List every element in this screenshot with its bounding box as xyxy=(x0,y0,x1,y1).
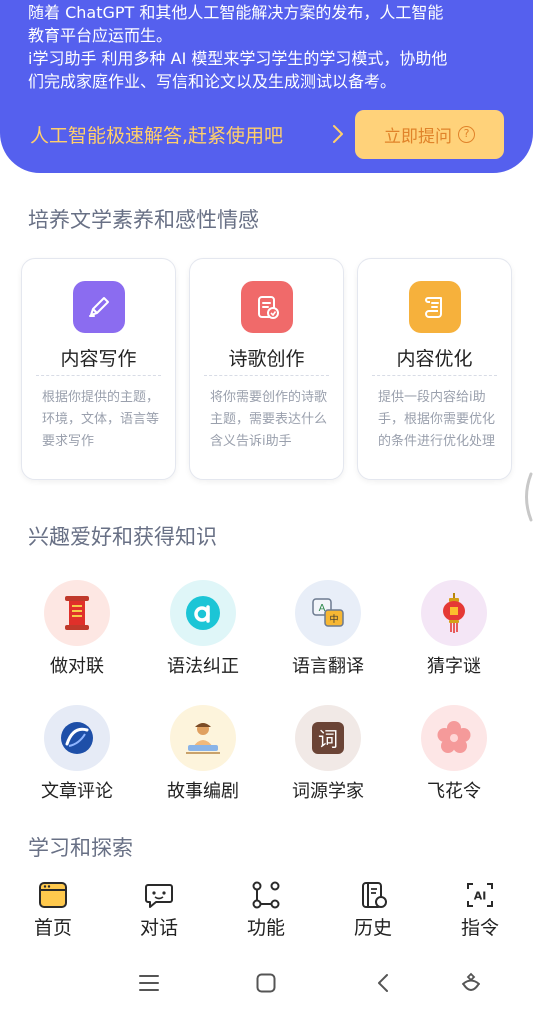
chevron-right-icon[interactable] xyxy=(330,122,346,146)
grid-item-label: 飞花令 xyxy=(427,781,481,802)
poem-doc-icon xyxy=(240,281,293,333)
grid-item-label: 猜字谜 xyxy=(427,656,481,677)
card-title: 内容优化 xyxy=(396,348,473,370)
card-content-writing[interactable]: 内容写作 根据你提供的主题，环境，文体，语言等要求写作 xyxy=(21,258,176,480)
section-title-literacy: 培养文学素养和感性情感 xyxy=(28,208,259,232)
grid-item-etymologist[interactable]: 词 词源学家 xyxy=(268,705,388,825)
hero-line: 们完成家庭作业、写信和论文以及生成测试以备考。 xyxy=(28,72,397,91)
svg-text:中: 中 xyxy=(329,613,338,625)
grid-item-story-writer[interactable]: 故事编剧 xyxy=(143,705,263,825)
scroll-icon xyxy=(408,281,461,333)
home-icon[interactable] xyxy=(249,966,283,1000)
divider xyxy=(36,375,161,376)
grid-item-label: 文章评论 xyxy=(41,781,113,802)
grammar-a-icon xyxy=(170,580,236,646)
card-desc: 提供一段内容给i助手，根据你需要优化的条件进行优化处理 xyxy=(378,390,496,449)
card-content-optimize[interactable]: 内容优化 提供一段内容给i助手，根据你需要优化的条件进行优化处理 xyxy=(357,258,512,480)
tab-functions[interactable]: 功能 xyxy=(221,880,311,940)
back-icon[interactable] xyxy=(366,966,400,1000)
hero-intro: 随着 ChatGPT 和其他人工智能解决方案的发布，人工智能 教育平台应运而生。… xyxy=(28,0,518,93)
grid-item-translate[interactable]: A 中 语言翻译 xyxy=(268,580,388,700)
grid-item-grammar[interactable]: 语法纠正 xyxy=(143,580,263,700)
card-title: 内容写作 xyxy=(60,348,137,370)
tab-label: 历史 xyxy=(353,917,392,939)
hero-line: i学习助手 利用多种 AI 模型来学习学生的学习模式，协助他 xyxy=(28,49,448,68)
card-poem-creation[interactable]: 诗歌创作 将你需要创作的诗歌主题，需要表达什么含义告诉i助手 xyxy=(189,258,344,480)
storyteller-icon xyxy=(170,705,236,771)
tab-home[interactable]: 首页 xyxy=(8,880,98,940)
menu-icon[interactable] xyxy=(132,966,166,1000)
grid-item-riddle[interactable]: 猜字谜 xyxy=(394,580,514,700)
tab-label: 指令 xyxy=(460,917,499,939)
ai-glyph: AI xyxy=(474,890,487,903)
function-nodes-icon xyxy=(252,881,280,909)
tab-label: 首页 xyxy=(33,917,72,939)
section-title-explore: 学习和探索 xyxy=(28,836,133,860)
grid-item-couplet[interactable]: 做对联 xyxy=(17,580,137,700)
grid-item-label: 故事编剧 xyxy=(167,781,239,802)
assistant-icon[interactable] xyxy=(454,966,488,1000)
tab-label: 功能 xyxy=(246,917,285,939)
hero-cta-text[interactable]: 人工智能极速解答,赶紧使用吧 xyxy=(30,121,283,148)
divider xyxy=(372,375,497,376)
grid-item-feihualing[interactable]: 飞花令 xyxy=(394,705,514,825)
card-title: 诗歌创作 xyxy=(228,348,305,370)
grid-item-label: 语言翻译 xyxy=(292,656,364,677)
card-desc: 将你需要创作的诗歌主题，需要表达什么含义告诉i助手 xyxy=(210,390,328,449)
tab-commands[interactable]: AI 指令 xyxy=(435,880,525,940)
home-window-icon xyxy=(39,882,67,908)
grid-item-article-review[interactable]: 文章评论 xyxy=(17,705,137,825)
comment-globe-icon xyxy=(44,705,110,771)
tab-label: 对话 xyxy=(139,917,178,939)
grid-item-label: 做对联 xyxy=(50,656,104,677)
hero-line: 随着 ChatGPT 和其他人工智能解决方案的发布，人工智能 xyxy=(28,3,444,22)
ai-command-icon: AI xyxy=(467,883,493,907)
card-desc: 根据你提供的主题，环境，文体，语言等要求写作 xyxy=(42,390,160,449)
tab-history[interactable]: 历史 xyxy=(328,880,418,940)
ask-now-button[interactable]: 立即提问 ? xyxy=(355,110,504,159)
history-book-icon xyxy=(362,882,387,908)
hero-banner: 随着 ChatGPT 和其他人工智能解决方案的发布，人工智能 教育平台应运而生。… xyxy=(0,0,533,173)
flower-icon xyxy=(421,705,487,771)
ci-character-icon: 词 xyxy=(295,705,361,771)
system-navigation-bar xyxy=(0,948,533,1018)
section-title-hobbies: 兴趣爱好和获得知识 xyxy=(28,525,217,549)
pen-icon xyxy=(72,281,125,333)
lantern-icon xyxy=(421,580,487,646)
chat-icon xyxy=(145,884,173,908)
question-icon: ? xyxy=(458,126,475,143)
grid-item-label: 语法纠正 xyxy=(167,656,239,677)
translate-icon: A 中 xyxy=(295,580,361,646)
ci-glyph: 词 xyxy=(318,727,338,751)
hero-line: 教育平台应运而生。 xyxy=(28,26,173,45)
tab-chat[interactable]: 对话 xyxy=(114,880,204,940)
divider xyxy=(204,375,329,376)
ask-now-label: 立即提问 xyxy=(384,127,452,147)
couplet-scroll-icon xyxy=(44,580,110,646)
grid-item-label: 词源学家 xyxy=(292,781,364,802)
bottom-tab-bar: 首页 对话 功能 历史 AI 指令 xyxy=(0,872,533,942)
edge-swipe-handle[interactable] xyxy=(520,470,533,524)
